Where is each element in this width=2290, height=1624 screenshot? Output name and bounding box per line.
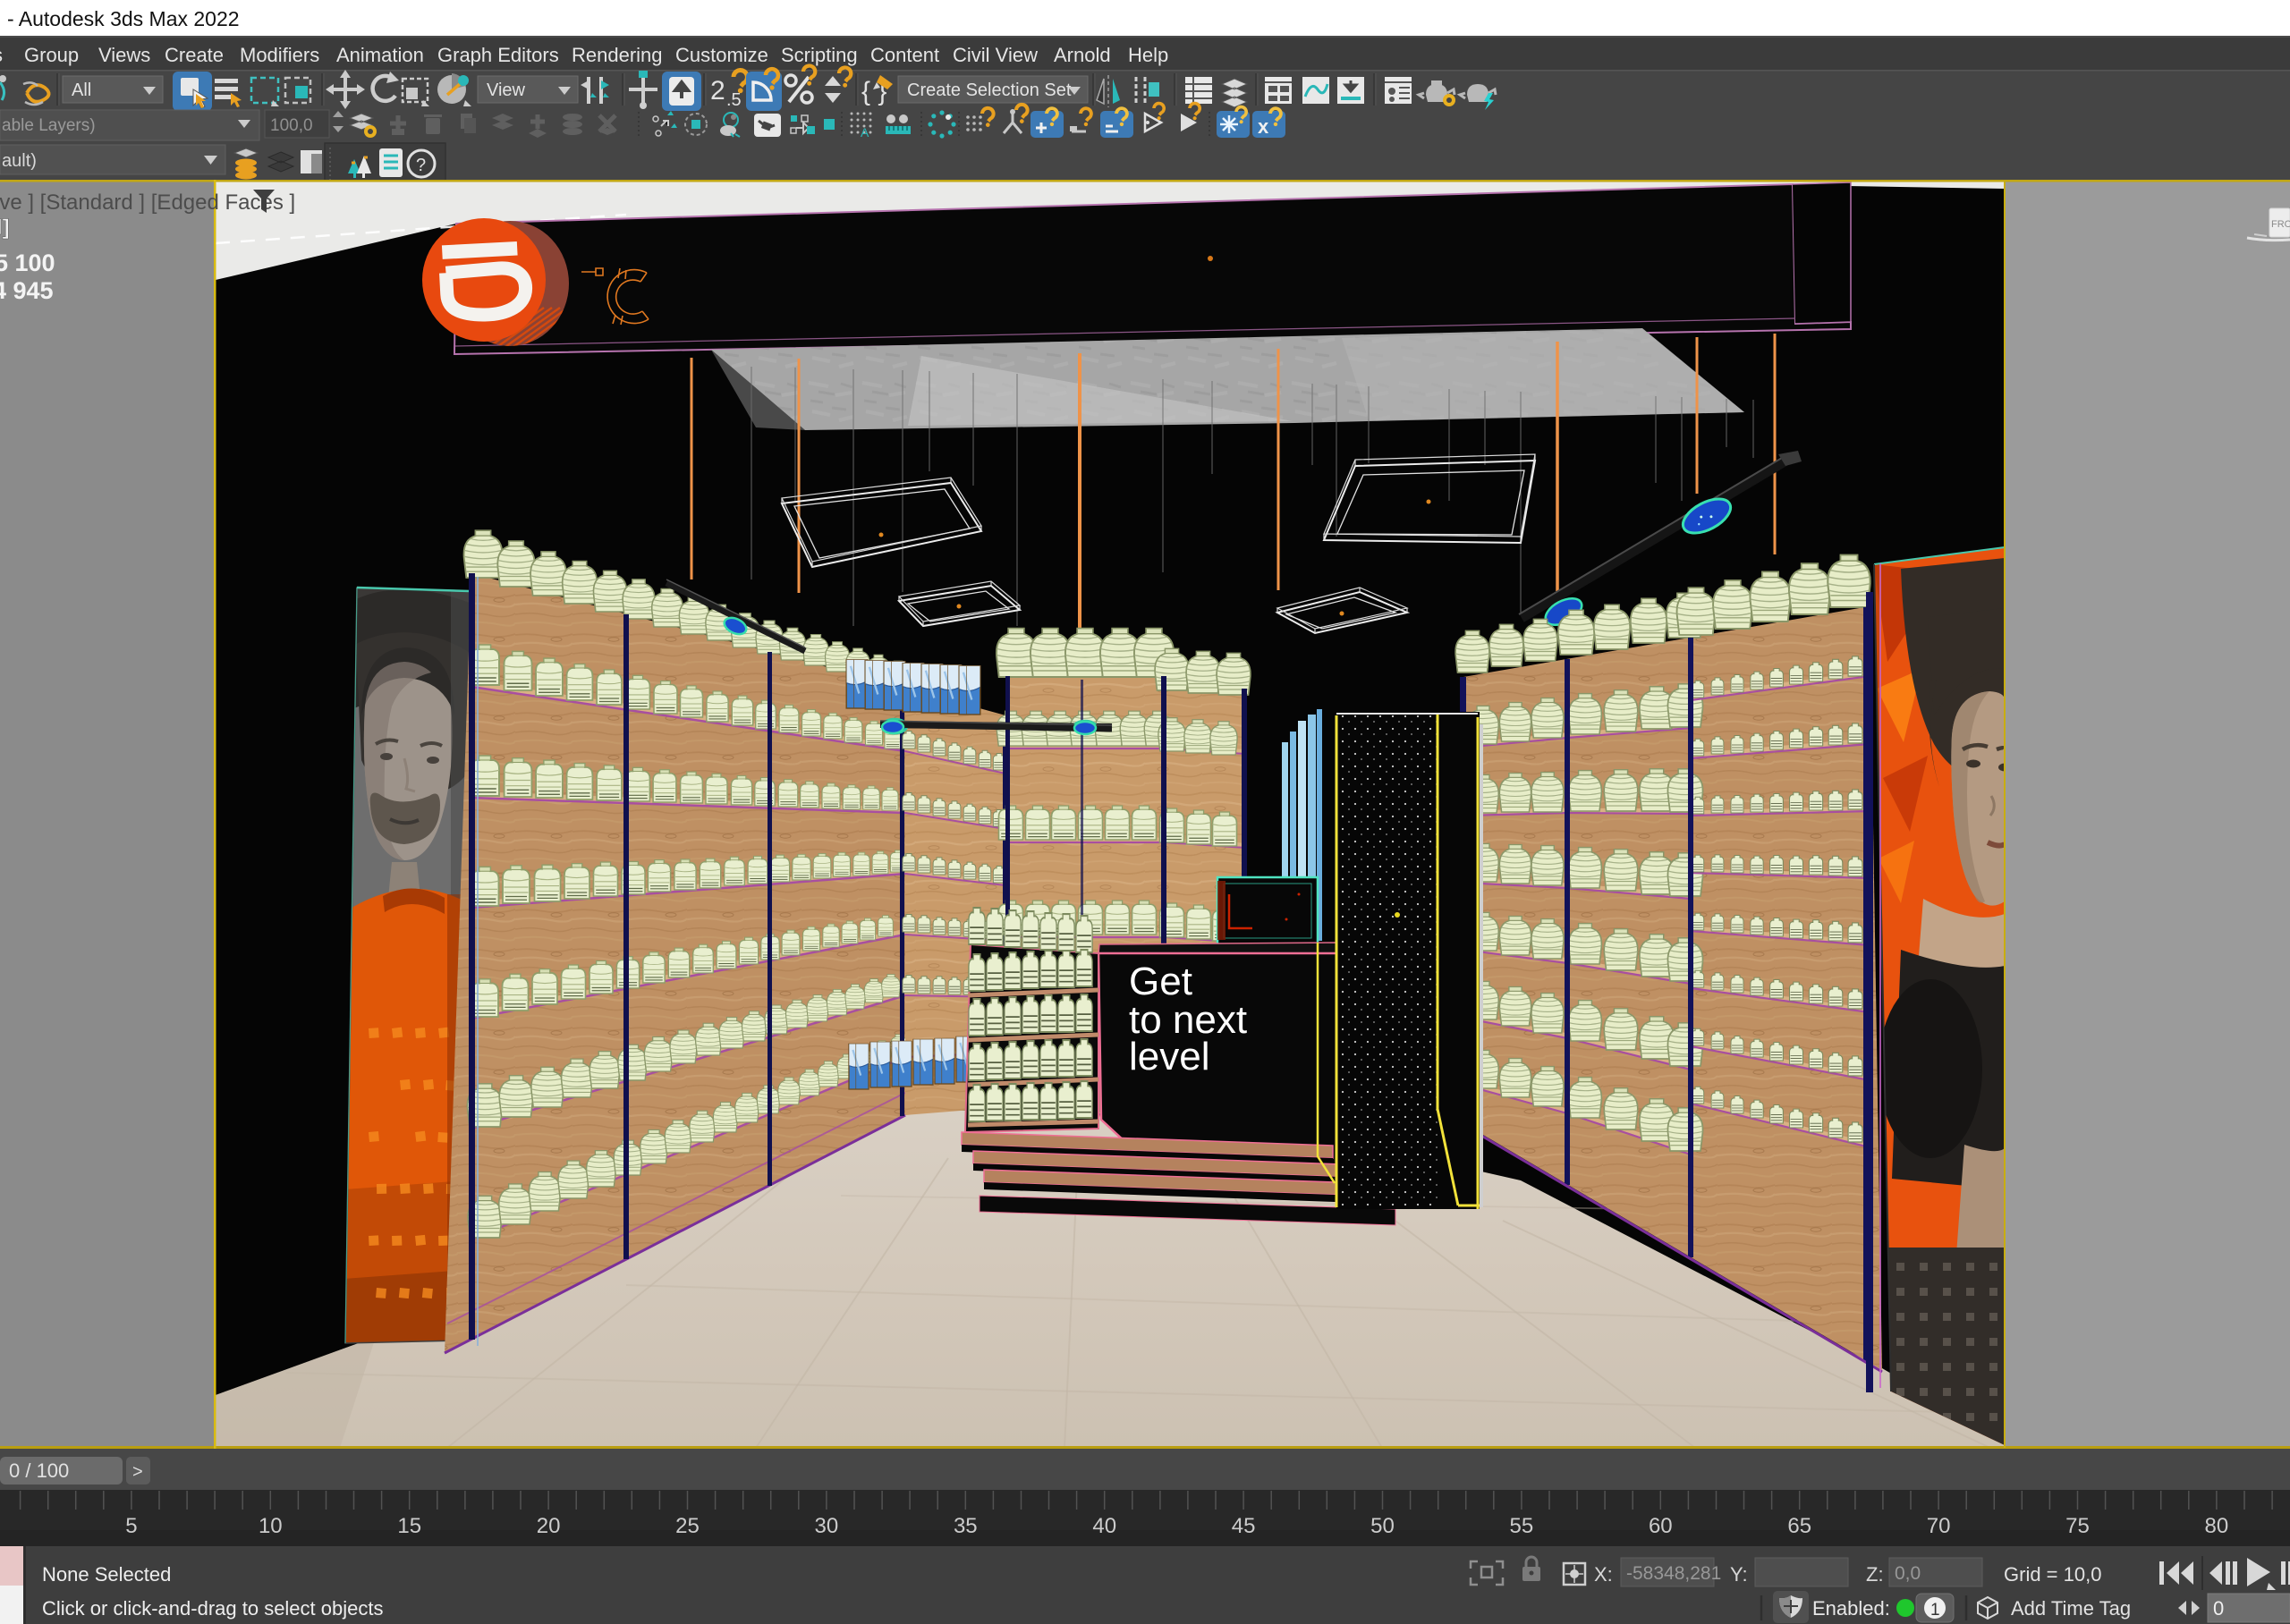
- svg-text:Y:: Y:: [1730, 1563, 1748, 1586]
- svg-text:>: >: [132, 1462, 143, 1482]
- svg-text:100,0: 100,0: [270, 116, 313, 135]
- svg-text:Grid = 10,0: Grid = 10,0: [2004, 1563, 2101, 1586]
- svg-text:- Autodesk 3ds Max 2022: - Autodesk 3ds Max 2022: [7, 7, 240, 30]
- svg-text:50: 50: [1370, 1514, 1395, 1538]
- svg-text:Group: Group: [24, 44, 79, 66]
- svg-text:Customize: Customize: [675, 44, 768, 66]
- svg-text:s: s: [0, 44, 3, 66]
- svg-text:45: 45: [1232, 1514, 1256, 1538]
- svg-text:able Layers): able Layers): [2, 116, 96, 135]
- svg-text:40: 40: [1092, 1514, 1116, 1538]
- svg-text:Animation: Animation: [336, 44, 424, 66]
- svg-text:X:: X:: [1594, 1563, 1613, 1586]
- svg-text:ault): ault): [2, 151, 37, 171]
- svg-text:?: ?: [416, 156, 426, 175]
- svg-text:Civil View: Civil View: [953, 44, 1038, 66]
- svg-text:level: level: [1129, 1035, 1210, 1078]
- svg-text:x: x: [1258, 115, 1269, 138]
- svg-text:Graph Editors: Graph Editors: [437, 44, 559, 66]
- svg-text:65: 65: [1787, 1514, 1811, 1538]
- svg-text:A: A: [861, 125, 869, 140]
- svg-text:Views: Views: [98, 44, 150, 66]
- svg-text:l]: l]: [0, 216, 10, 240]
- svg-text:None Selected: None Selected: [42, 1563, 171, 1586]
- svg-text:Create Selection Set: Create Selection Set: [907, 80, 1072, 100]
- svg-text:Click or click-and-drag to sel: Click or click-and-drag to select object…: [42, 1597, 383, 1620]
- svg-text:View: View: [487, 80, 526, 100]
- svg-text:-58348,281: -58348,281: [1626, 1563, 1721, 1584]
- svg-text:4 945: 4 945: [0, 277, 54, 304]
- svg-text:70: 70: [1927, 1514, 1951, 1538]
- svg-text:FRO: FRO: [2271, 219, 2290, 230]
- svg-text:Create: Create: [165, 44, 224, 66]
- svg-text:25: 25: [675, 1514, 700, 1538]
- svg-text:All: All: [72, 80, 91, 100]
- svg-text:Scripting: Scripting: [781, 44, 858, 66]
- svg-text:10: 10: [259, 1514, 283, 1538]
- svg-text:60: 60: [1649, 1514, 1673, 1538]
- svg-text:80: 80: [2205, 1514, 2229, 1538]
- svg-text:Arnold: Arnold: [1054, 44, 1111, 66]
- svg-text:Add Time Tag: Add Time Tag: [2011, 1597, 2131, 1620]
- svg-text:0: 0: [2213, 1597, 2224, 1620]
- svg-text:15: 15: [397, 1514, 421, 1538]
- svg-text:Content: Content: [870, 44, 939, 66]
- svg-text:Modifiers: Modifiers: [240, 44, 319, 66]
- svg-text:75: 75: [2065, 1514, 2090, 1538]
- svg-text:20: 20: [537, 1514, 561, 1538]
- svg-text:Rendering: Rendering: [572, 44, 663, 66]
- svg-text:Get: Get: [1129, 960, 1192, 1003]
- svg-text:30: 30: [815, 1514, 839, 1538]
- svg-text:0,0: 0,0: [1895, 1563, 1921, 1584]
- svg-text:55: 55: [1510, 1514, 1534, 1538]
- svg-text:5 100: 5 100: [0, 250, 55, 276]
- svg-text:2: 2: [710, 76, 725, 106]
- svg-text:Help: Help: [1128, 44, 1168, 66]
- svg-text:.5: .5: [726, 90, 742, 110]
- svg-text:ive ] [Standard ] [Edged Fac: ive ] [Standard ] [Edged Faces ]: [0, 190, 295, 215]
- svg-text:5: 5: [125, 1514, 137, 1538]
- svg-text:1: 1: [1930, 1601, 1940, 1620]
- svg-text:Z:: Z:: [1866, 1563, 1884, 1586]
- svg-text:35: 35: [954, 1514, 978, 1538]
- svg-text:Enabled:: Enabled:: [1812, 1597, 1890, 1620]
- svg-text:0 / 100: 0 / 100: [9, 1459, 69, 1482]
